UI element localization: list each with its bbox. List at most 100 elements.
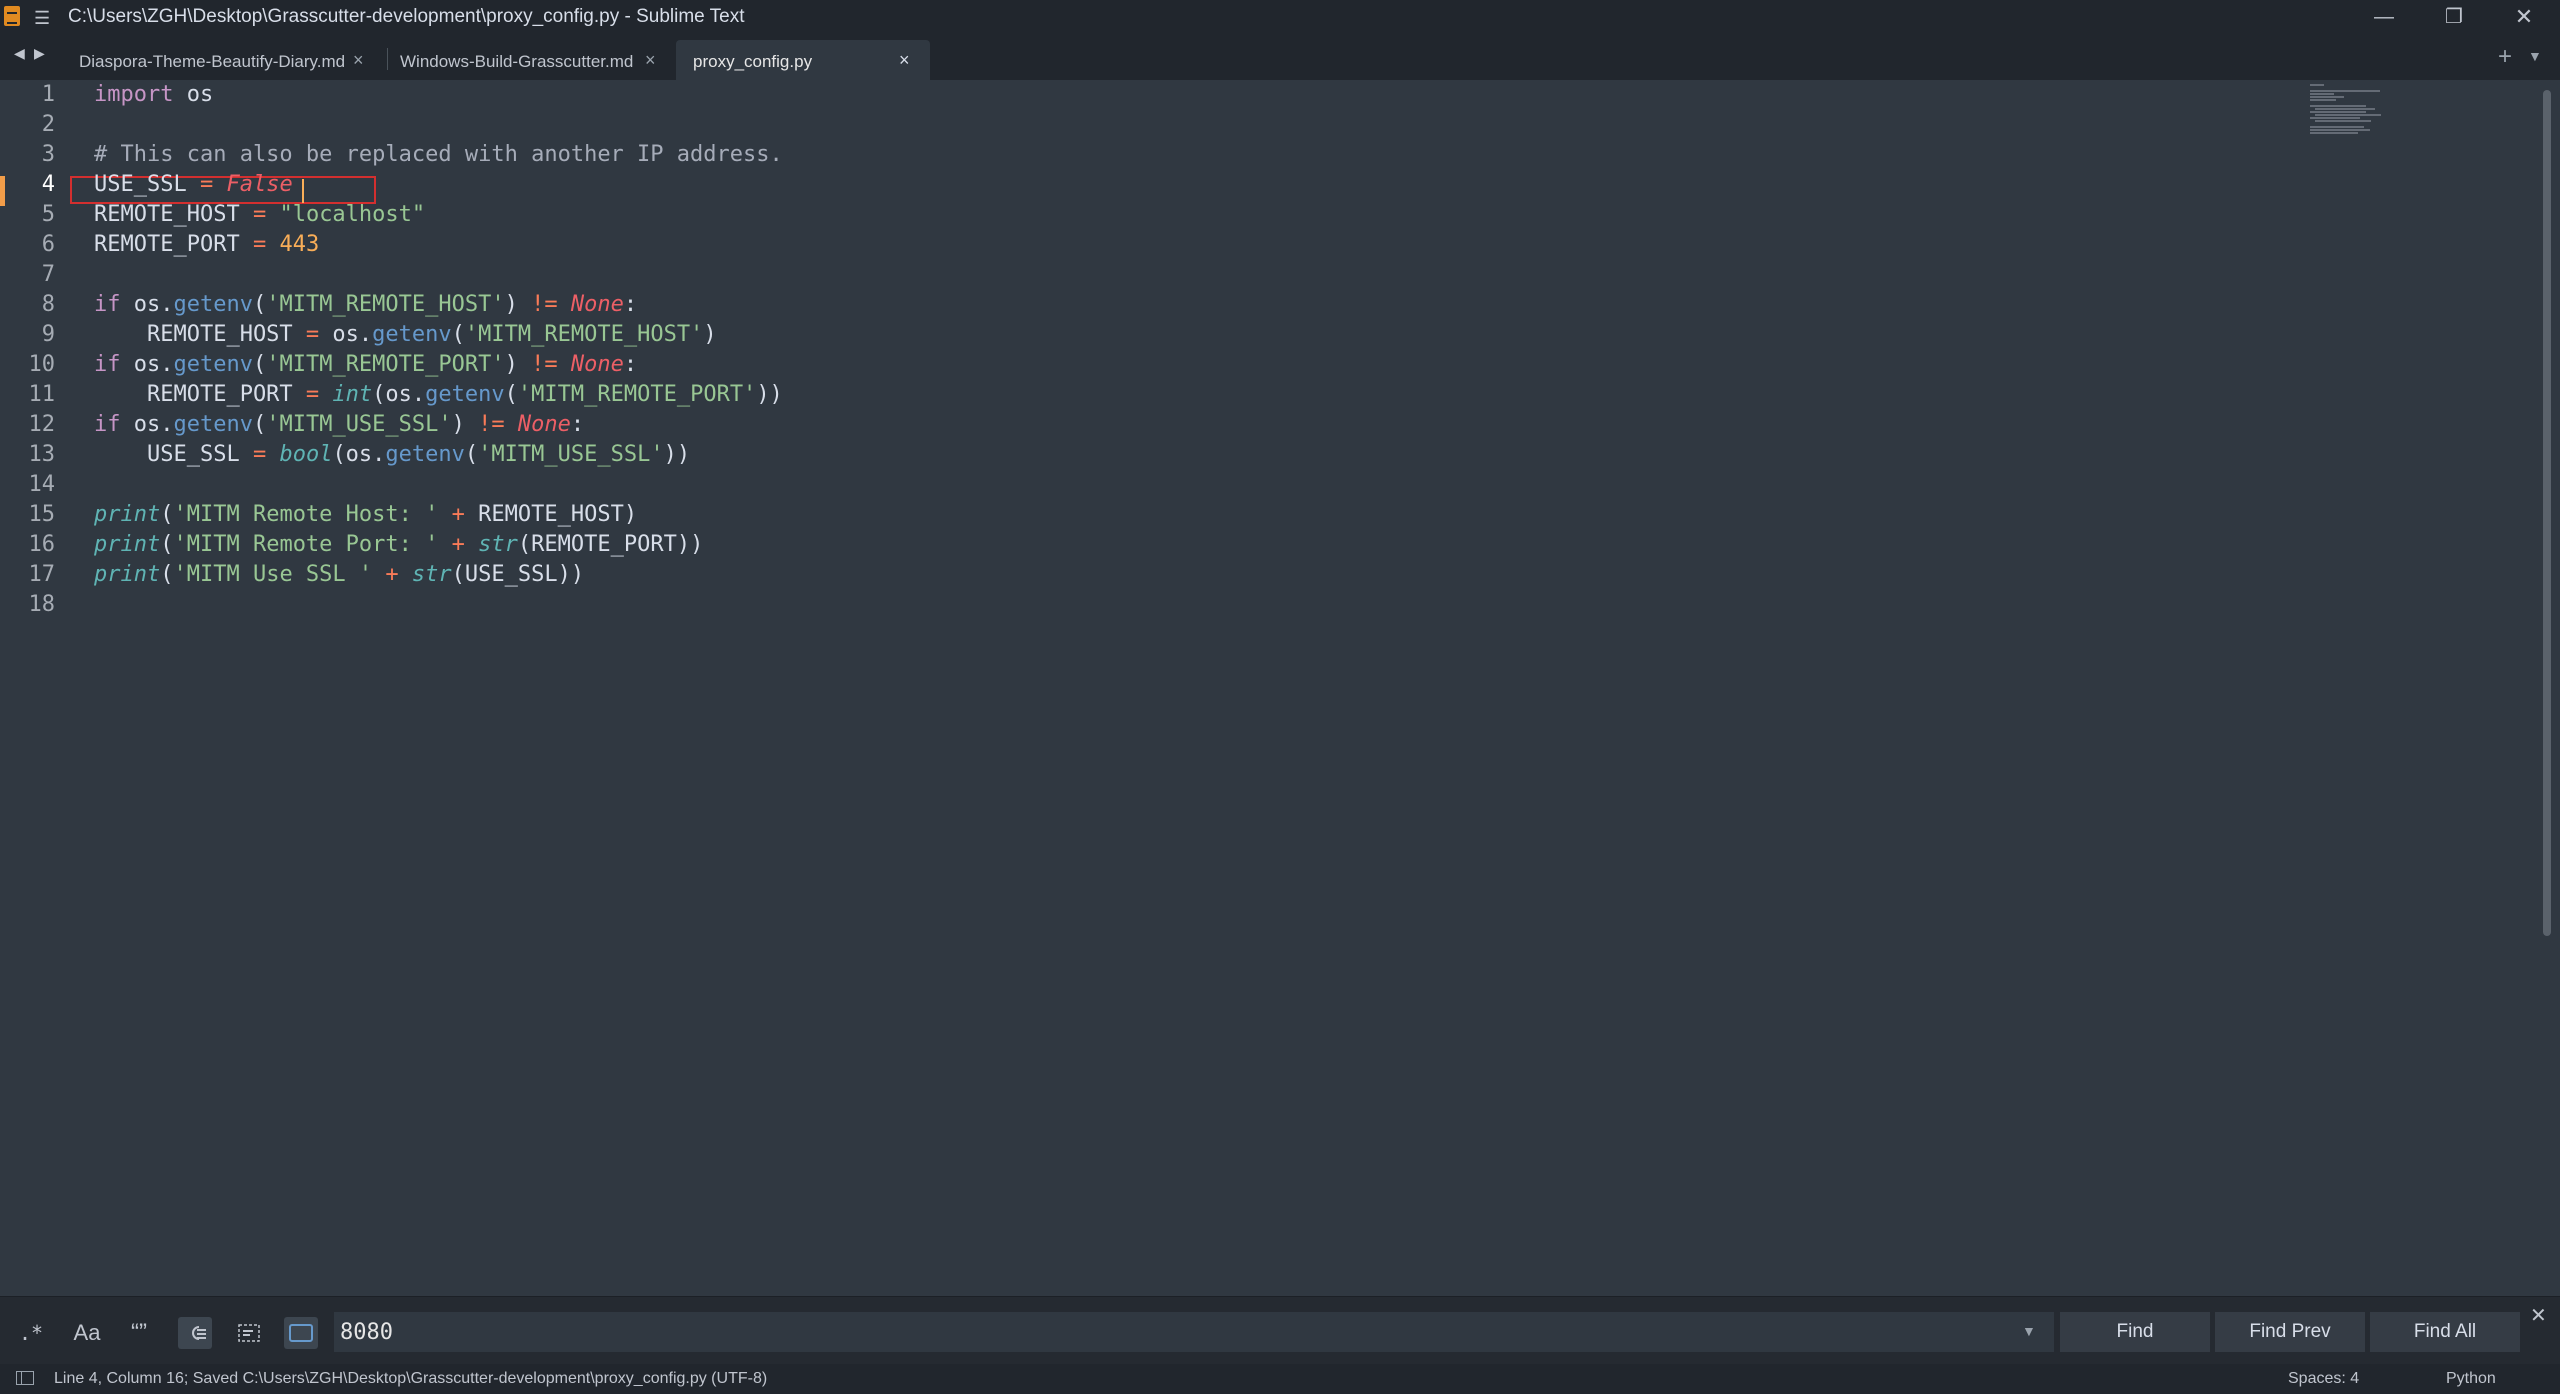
code-token: if (94, 292, 121, 317)
minimap-line (2310, 93, 2334, 95)
hamburger-icon[interactable]: ☰ (34, 8, 50, 29)
close-tab-icon[interactable]: × (645, 50, 656, 71)
code-line[interactable]: print('MITM Use SSL ' + str(USE_SSL)) (94, 560, 584, 590)
line-number: 18 (28, 592, 56, 617)
code-token: getenv (372, 322, 452, 347)
wrap-icon[interactable] (178, 1317, 212, 1349)
text-caret (302, 179, 304, 203)
code-token: 'MITM Remote Port: ' (173, 532, 439, 557)
highlight-matches-icon[interactable] (284, 1317, 318, 1349)
code-token: print (94, 562, 161, 587)
code-token: + (451, 532, 465, 557)
arrow-right-icon[interactable]: ▶ (34, 45, 45, 62)
new-tab-icon[interactable]: + (2498, 43, 2512, 71)
code-editor[interactable]: 1 2 3 4 5 6 7 8 9 10 11 12 13 14 15 16 17 18 import os # … (0, 80, 2560, 1296)
code-token: 'MITM_USE_SSL' (266, 412, 452, 437)
minimap-line (2310, 129, 2370, 131)
code-line[interactable]: # This can also be replaced with another… (94, 140, 783, 170)
code-token: + (385, 562, 399, 587)
code-line[interactable]: USE_SSL = False (94, 170, 293, 200)
code-token: 'MITM Use SSL ' (173, 562, 373, 587)
code-token: = (199, 172, 214, 197)
tab-diaspora-theme[interactable]: Diaspora-Theme-Beautify-Diary.md × (79, 40, 379, 80)
wrap-icon-glyph (192, 1326, 206, 1340)
code-token: None (570, 292, 624, 317)
minimap-line (2310, 111, 2366, 113)
line-number: 4 (41, 172, 55, 197)
tab-proxy-config[interactable]: proxy_config.py × (676, 40, 930, 80)
code-line[interactable]: if os.getenv('MITM_USE_SSL') != None: (94, 410, 584, 440)
code-token: getenv (173, 412, 253, 437)
line-number: 9 (41, 322, 55, 347)
code-token: if (94, 352, 121, 377)
window-title: C:\Users\ZGH\Desktop\Grasscutter-develop… (68, 6, 745, 27)
line-number: 13 (28, 442, 56, 467)
code-line[interactable]: USE_SSL = bool(os.getenv('MITM_USE_SSL')… (94, 440, 690, 470)
minimap-line (2310, 126, 2364, 128)
close-tab-icon[interactable]: × (899, 50, 910, 71)
code-line[interactable]: print('MITM Remote Host: ' + REMOTE_HOST… (94, 500, 637, 530)
chevron-down-icon[interactable]: ▼ (2022, 1323, 2036, 1339)
line-number: 15 (28, 502, 56, 527)
line-number: 1 (41, 82, 55, 107)
code-token: 'MITM_REMOTE_HOST' (464, 322, 704, 347)
minimap-line (2310, 99, 2336, 101)
minimap-line (2315, 108, 2375, 110)
code-token: 'MITM_USE_SSL' (478, 442, 664, 467)
case-sensitive-toggle[interactable]: Aa (70, 1317, 104, 1349)
arrow-left-icon[interactable]: ◀ (14, 45, 25, 62)
code-token: # This can also be replaced with another… (94, 142, 783, 167)
regex-toggle[interactable]: .* (14, 1317, 48, 1349)
code-token: import (94, 82, 174, 107)
find-prev-button[interactable]: Find Prev (2215, 1312, 2365, 1352)
code-token: str (411, 562, 452, 587)
code-token: 443 (279, 232, 320, 257)
close-window-button[interactable]: ✕ (2490, 0, 2558, 34)
minimap-line (2310, 90, 2380, 92)
minimize-button[interactable]: — (2350, 0, 2418, 34)
close-icon[interactable]: ✕ (2530, 1303, 2547, 1328)
code-line[interactable]: REMOTE_PORT = int(os.getenv('MITM_REMOTE… (94, 380, 783, 410)
code-line[interactable]: REMOTE_PORT = 443 (94, 230, 319, 260)
find-panel: .* Aa “” ▼ Find Find Prev Find All ✕ (0, 1296, 2560, 1365)
code-token: 'MITM_REMOTE_PORT' (266, 352, 505, 377)
minimap[interactable] (2310, 84, 2400, 144)
restore-button[interactable]: ❐ (2420, 0, 2488, 34)
code-token: None (570, 352, 624, 377)
scrollbar-thumb[interactable] (2543, 90, 2551, 936)
code-token: int (332, 382, 373, 407)
find-input[interactable] (334, 1312, 2054, 1352)
chevron-down-icon[interactable]: ▼ (2528, 48, 2542, 64)
whole-word-toggle[interactable]: “” (122, 1317, 156, 1349)
code-line[interactable]: REMOTE_HOST = os.getenv('MITM_REMOTE_HOS… (94, 320, 717, 350)
code-token: False (226, 172, 293, 197)
code-token: print (94, 532, 161, 557)
code-token: != (531, 352, 558, 377)
line-number: 12 (28, 412, 56, 437)
panel-toggle-icon[interactable] (16, 1371, 34, 1385)
find-all-button[interactable]: Find All (2370, 1312, 2520, 1352)
code-line[interactable]: REMOTE_HOST = "localhost" (94, 200, 425, 230)
in-selection-icon[interactable] (232, 1317, 266, 1349)
code-token: getenv (425, 382, 505, 407)
code-token: print (94, 502, 161, 527)
code-token: = (305, 322, 320, 347)
status-bar: Line 4, Column 16; Saved C:\Users\ZGH\De… (0, 1364, 2560, 1394)
line-number: 5 (41, 202, 55, 227)
code-line[interactable]: print('MITM Remote Port: ' + str(REMOTE_… (94, 530, 703, 560)
syntax-indicator[interactable]: Python (2446, 1370, 2496, 1388)
code-token: getenv (173, 352, 253, 377)
code-line[interactable]: import os (94, 80, 213, 110)
find-button[interactable]: Find (2060, 1312, 2210, 1352)
indentation-indicator[interactable]: Spaces: 4 (2288, 1370, 2359, 1388)
tab-windows-build[interactable]: Windows-Build-Grasscutter.md × (400, 40, 670, 80)
status-message: Line 4, Column 16; Saved C:\Users\ZGH\De… (54, 1370, 768, 1387)
line-number: 8 (41, 292, 55, 317)
code-line[interactable]: if os.getenv('MITM_REMOTE_PORT') != None… (94, 350, 637, 380)
code-line[interactable]: if os.getenv('MITM_REMOTE_HOST') != None… (94, 290, 637, 320)
code-token: != (531, 292, 558, 317)
line-number: 6 (41, 232, 55, 257)
code-token: "localhost" (279, 202, 426, 227)
close-tab-icon[interactable]: × (353, 50, 364, 71)
code-token: = (252, 202, 267, 227)
